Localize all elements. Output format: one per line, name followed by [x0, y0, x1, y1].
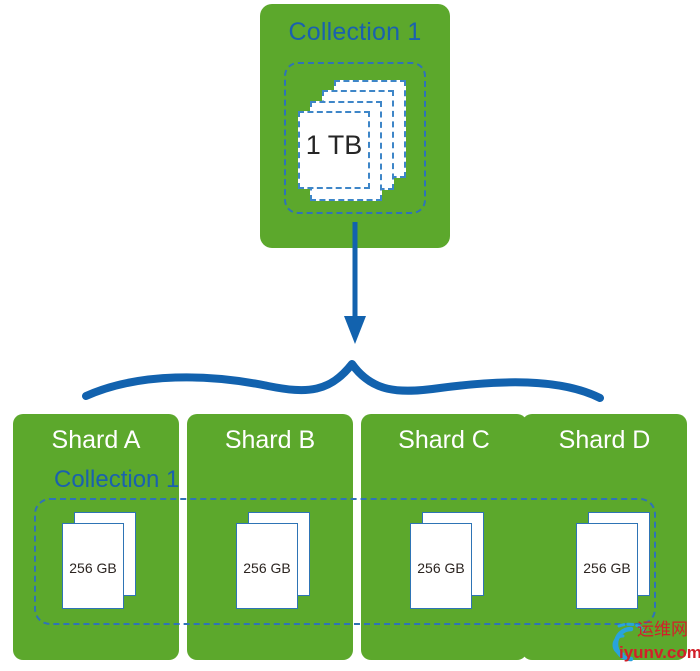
split-brace [82, 360, 604, 402]
watermark-domain-text: iyunv.com [619, 643, 700, 662]
shard-c-data-size-label: 256 GB [417, 560, 465, 576]
shard-a-data-size-label: 256 GB [69, 560, 117, 576]
diagram-canvas: Collection 1 1 TB Shard A Shard B Shard … [0, 0, 700, 671]
shard-collection-label: Collection 1 [54, 466, 180, 493]
watermark-cn-text: 运维网 [637, 620, 688, 640]
shard-title-a: Shard A [51, 426, 141, 454]
shard-title-b: Shard B [224, 426, 316, 454]
shard-b-data-size-label: 256 GB [243, 560, 291, 576]
watermark: 运维网 iyunv.com [597, 620, 700, 668]
shard-d-data-size-label: 256 GB [583, 560, 631, 576]
source-collection-title: Collection 1 [288, 18, 422, 46]
shard-title-c: Shard C [398, 426, 490, 454]
shard-title-d: Shard D [558, 426, 651, 454]
source-data-size-label: 1 TB [305, 130, 363, 160]
down-arrow-head [344, 316, 366, 344]
